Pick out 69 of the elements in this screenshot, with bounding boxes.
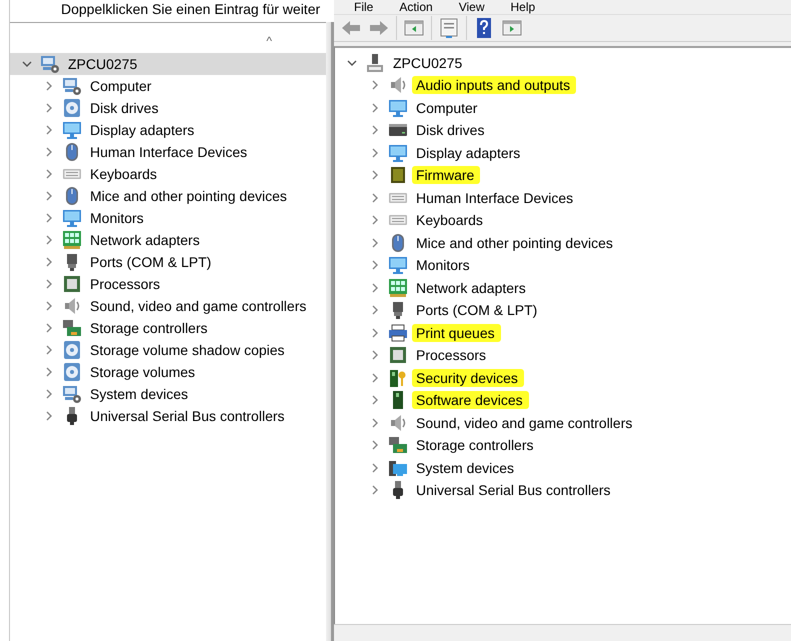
tree-label[interactable]: Keyboards [412, 211, 489, 230]
menu-item[interactable]: Help [510, 0, 536, 14]
properties-icon[interactable] [438, 17, 460, 39]
tree-label[interactable]: Human Interface Devices [412, 188, 580, 207]
tree-label[interactable]: ZPCU0275 [64, 55, 144, 73]
collapse-chevron-icon[interactable] [20, 59, 34, 69]
monitor-icon [62, 208, 82, 228]
menu-item[interactable]: Action [399, 0, 433, 14]
tree-label[interactable]: Sound, video and game controllers [412, 414, 638, 432]
speaker-icon [62, 296, 82, 316]
monitor-icon [62, 120, 82, 140]
network-icon [388, 278, 408, 298]
highlighted-tree-label[interactable]: Audio inputs and outputs [412, 76, 576, 94]
monitor-icon [388, 255, 408, 276]
tree-label[interactable]: Network adapters [412, 278, 532, 297]
speaker-icon [388, 412, 408, 433]
storage-controller-icon [62, 318, 82, 338]
tree-label[interactable]: Monitors [412, 256, 476, 274]
key-device-icon [388, 368, 408, 388]
tree-label[interactable]: Computer [412, 98, 484, 117]
menu-item[interactable]: View [458, 0, 484, 14]
tree-label[interactable]: Keyboards [86, 165, 163, 183]
network-icon [62, 230, 82, 250]
storage-controller-icon [388, 435, 408, 456]
tree-label[interactable]: Human Interface Devices [86, 143, 254, 161]
tree-label[interactable]: System devices [412, 458, 520, 477]
tree-label[interactable]: Monitors [86, 209, 150, 227]
tree-label[interactable]: Ports (COM & LPT) [412, 301, 544, 320]
tree-label[interactable]: Display adapters [412, 144, 526, 162]
tree-label[interactable]: Storage controllers [412, 436, 540, 454]
tree-label[interactable]: Universal Serial Bus controllers [86, 407, 291, 425]
tree-label[interactable]: Mice and other pointing devices [86, 187, 293, 205]
processor-chip-icon [62, 274, 82, 294]
menu-item[interactable]: File [354, 0, 374, 14]
tree-label[interactable]: Disk drives [86, 99, 164, 117]
printer-icon [388, 322, 408, 343]
highlighted-tree-label[interactable]: Security devices [412, 368, 524, 387]
tree-label[interactable]: Storage volume shadow copies [86, 341, 291, 359]
processor-chip-icon [388, 345, 408, 366]
desktop-computer-icon [365, 53, 385, 73]
tree-label[interactable]: Display adapters [86, 121, 200, 139]
highlighted-tree-label[interactable]: Software devices [412, 391, 529, 410]
speaker-icon [388, 75, 408, 96]
tree-label[interactable]: System devices [86, 385, 194, 403]
sort-indicator[interactable]: ^ [266, 34, 272, 48]
highlighted-tree-label[interactable]: Firmware [412, 166, 480, 184]
computer-gear-icon [62, 76, 82, 96]
tree-label[interactable]: Mice and other pointing devices [412, 234, 619, 252]
computer-gear-icon [40, 54, 60, 74]
collapse-chevron-icon[interactable] [345, 58, 359, 68]
tree-label[interactable]: Storage volumes [86, 363, 202, 381]
tree-label[interactable]: Ports (COM & LPT) [86, 253, 218, 271]
tree-label[interactable]: Disk drives [412, 121, 490, 140]
tree-label[interactable]: ZPCU0275 [389, 54, 468, 72]
tree-root-row[interactable]: ZPCU0275 [10, 53, 326, 75]
highlighted-tree-label[interactable]: Print queues [412, 324, 501, 342]
tree-label[interactable]: Universal Serial Bus controllers [412, 481, 617, 500]
tree-label[interactable]: Network adapters [86, 231, 206, 249]
firmware-chip-icon [388, 165, 408, 186]
tree-label[interactable]: Storage controllers [86, 319, 214, 337]
tree-label[interactable]: Processors [86, 275, 166, 293]
monitor-icon [388, 98, 408, 118]
instruction-text: Doppelklicken Sie einen Eintrag für weiter [10, 0, 326, 23]
tree-label[interactable]: Sound, video and game controllers [86, 297, 312, 315]
pane-splitter[interactable] [326, 22, 334, 641]
tree-label[interactable]: Computer [86, 77, 158, 95]
monitor-icon [388, 142, 408, 163]
tree-label[interactable]: Processors [412, 346, 492, 364]
computer-gear-icon [62, 384, 82, 404]
